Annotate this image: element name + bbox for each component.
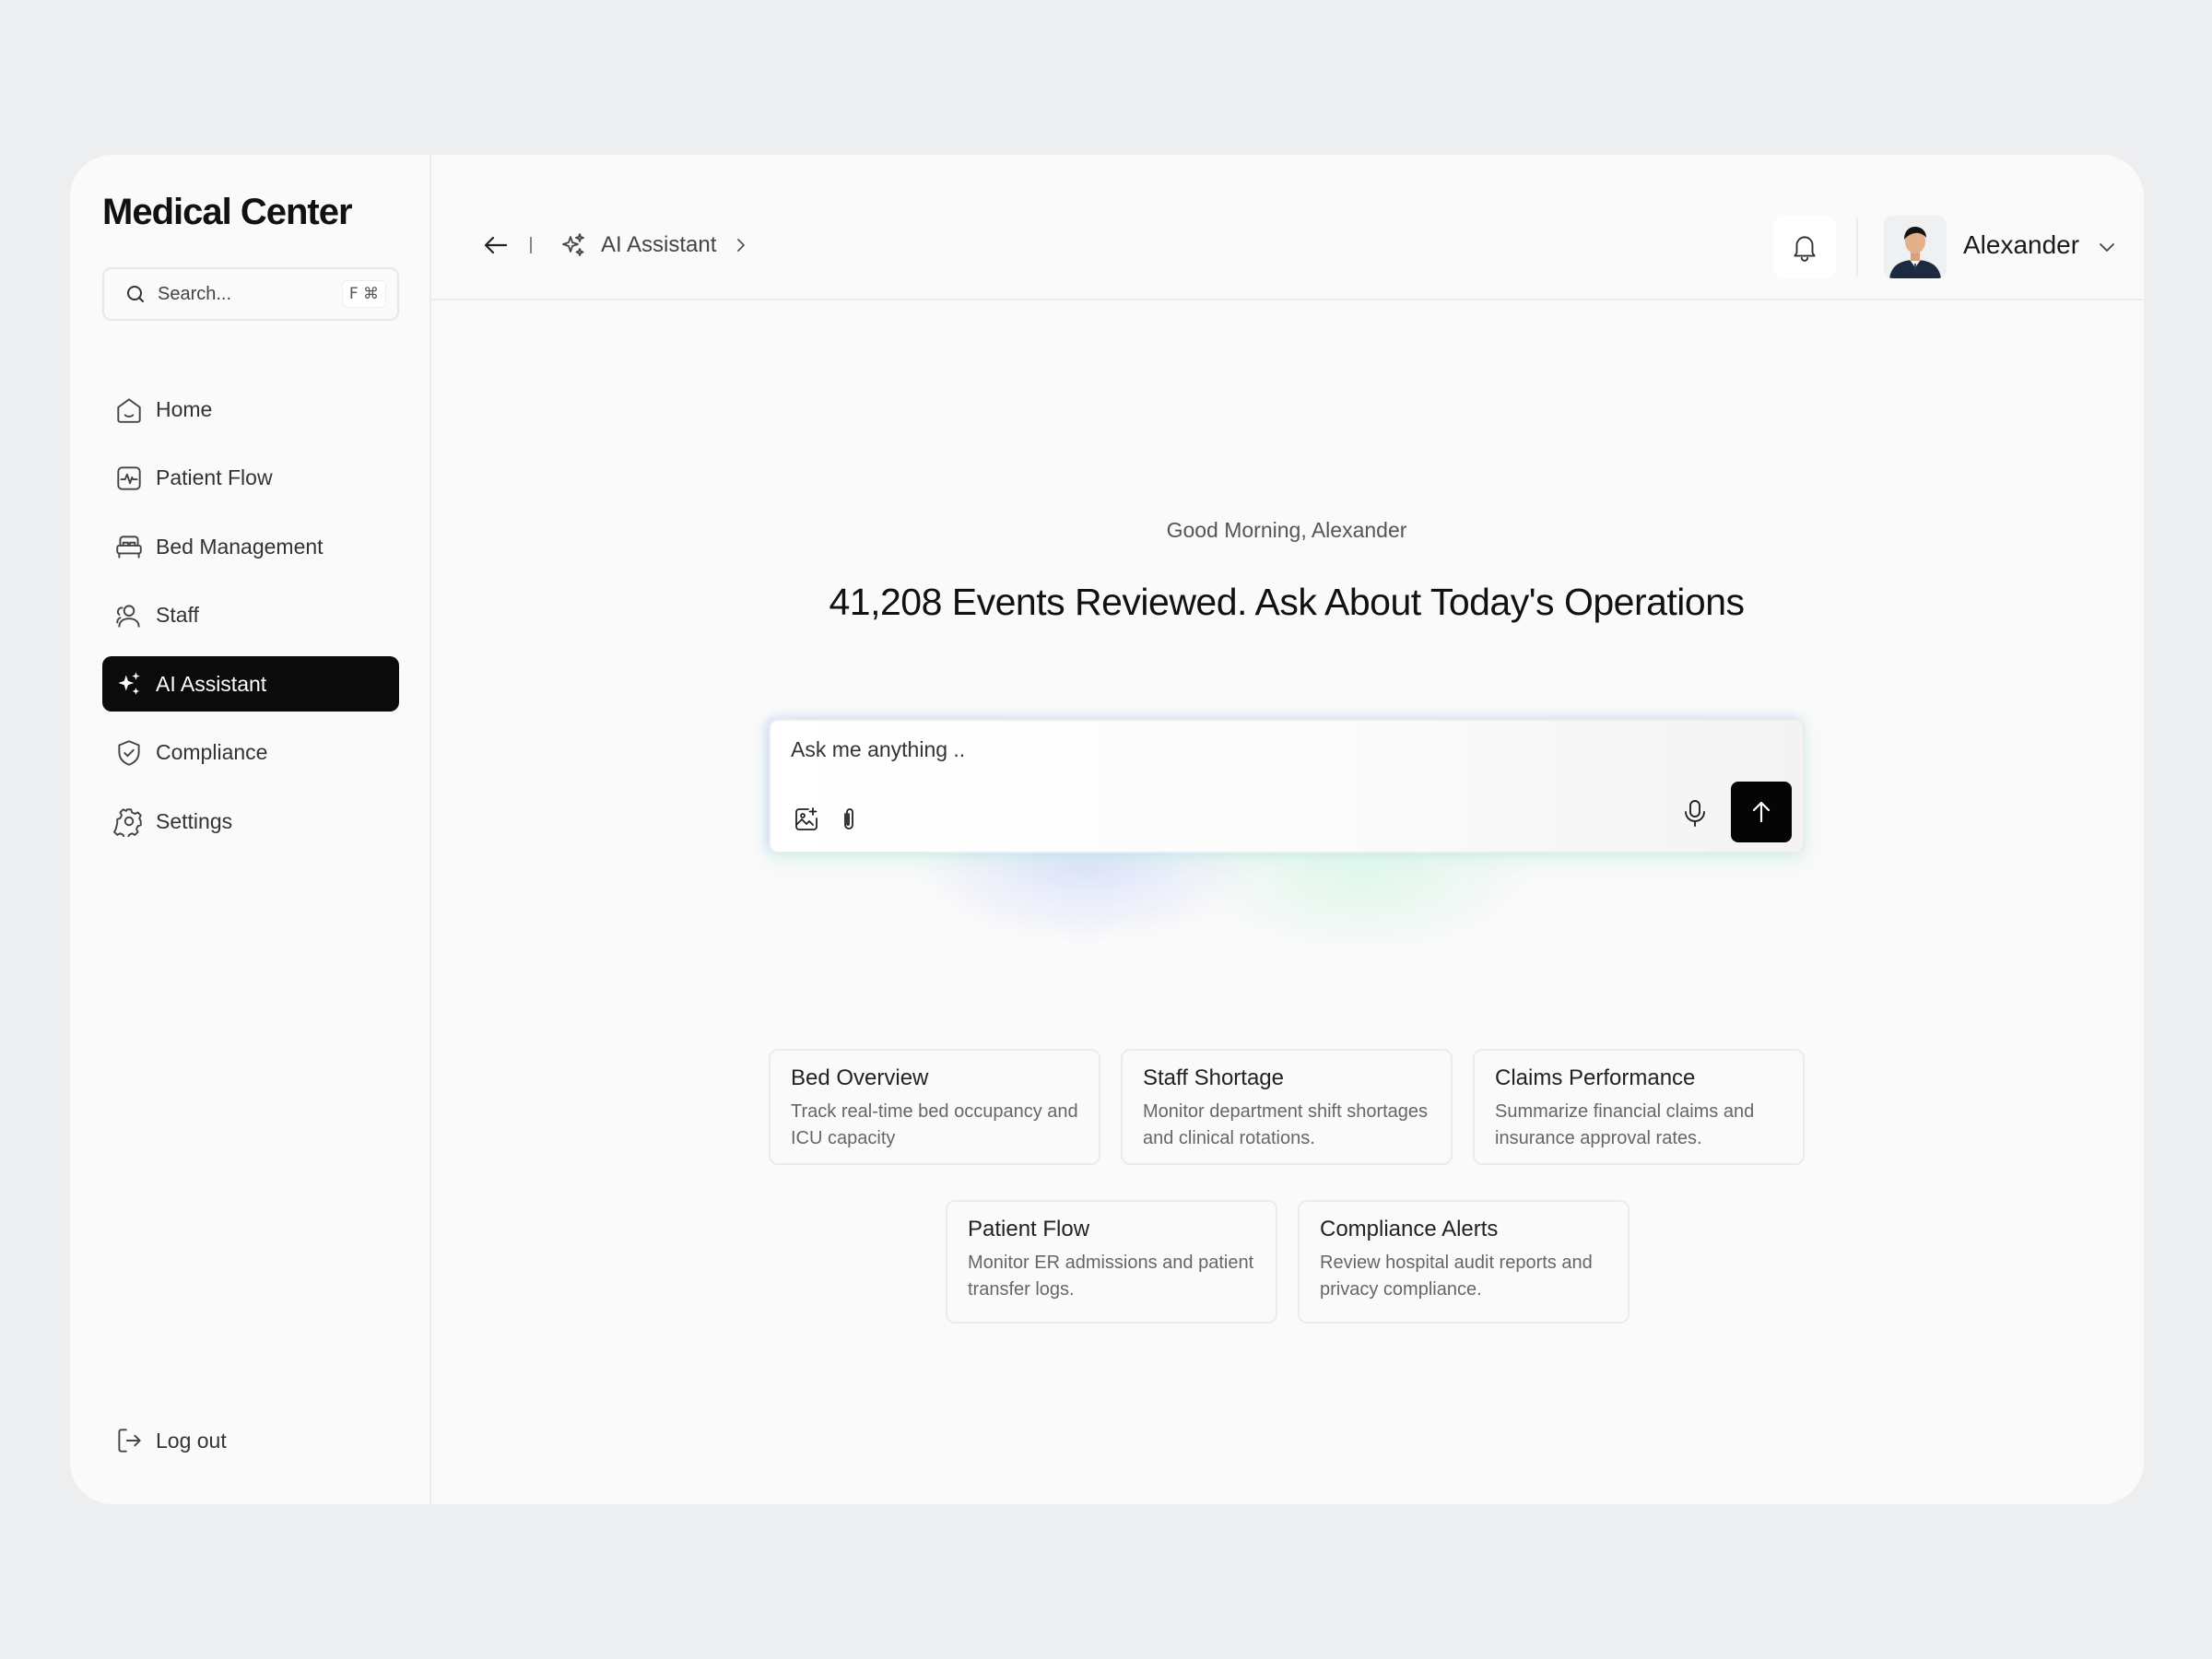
card-description: Monitor ER admissions and patient transf… <box>968 1253 1254 1300</box>
sidebar: Medical Center F ⌘ Home Patient Flow Bed… <box>70 155 431 1504</box>
search-input[interactable] <box>158 283 342 305</box>
microphone-icon[interactable] <box>1679 797 1711 829</box>
activity-icon <box>117 465 141 490</box>
sidebar-item-home[interactable]: Home <box>102 382 399 437</box>
card-description: Monitor department shift shortages and c… <box>1143 1101 1429 1148</box>
sidebar-nav: Home Patient Flow Bed Management Staff A… <box>102 382 399 863</box>
sparkles-icon <box>118 672 140 695</box>
suggestion-card-claims-performance[interactable]: Claims Performance Summarize financial c… <box>1473 1049 1805 1165</box>
users-icon <box>116 604 140 628</box>
sidebar-item-label: Settings <box>156 808 233 833</box>
app-window: Medical Center F ⌘ Home Patient Flow Bed… <box>70 155 2144 1504</box>
bell-icon <box>1794 236 1816 262</box>
sparkles-icon <box>562 233 584 256</box>
sidebar-item-label: Staff <box>156 603 199 627</box>
card-title: Patient Flow <box>968 1217 1090 1241</box>
avatar-portrait <box>1884 216 1947 278</box>
top-bar: AI Assistant Alexander <box>431 155 2144 300</box>
sidebar-item-staff[interactable]: Staff <box>102 588 399 643</box>
breadcrumb-separator <box>530 237 532 253</box>
shield-check-icon <box>118 739 140 766</box>
card-description: Review hospital audit reports and privac… <box>1320 1253 1593 1300</box>
prompt-input[interactable] <box>791 737 1768 774</box>
user-name[interactable]: Alexander <box>1963 230 2079 260</box>
chevron-down-icon[interactable] <box>2096 236 2118 258</box>
sidebar-item-label: Home <box>156 396 213 421</box>
logout-icon <box>118 1429 141 1453</box>
main-content: AI Assistant Alexander Good Morning, Ale… <box>431 155 2144 1504</box>
paperclip-icon[interactable] <box>835 806 863 833</box>
search-shortcut-badge: F ⌘ <box>341 280 386 308</box>
card-title: Compliance Alerts <box>1320 1217 1499 1241</box>
sidebar-item-label: AI Assistant <box>156 671 267 696</box>
prompt-box <box>769 719 1805 853</box>
sidebar-item-label: Compliance <box>156 740 268 764</box>
card-title: Staff Shortage <box>1143 1065 1284 1090</box>
suggestion-card-bed-overview[interactable]: Bed Overview Track real-time bed occupan… <box>769 1049 1100 1165</box>
send-button[interactable] <box>1731 782 1792 842</box>
suggestion-card-patient-flow[interactable]: Patient Flow Monitor ER admissions and p… <box>946 1200 1277 1324</box>
logout-label: Log out <box>156 1428 227 1453</box>
chevron-right-icon <box>737 239 745 252</box>
bed-icon <box>116 535 142 559</box>
add-image-icon[interactable] <box>793 806 820 833</box>
topbar-divider <box>1856 218 1858 276</box>
breadcrumb-current[interactable]: AI Assistant <box>601 232 716 258</box>
card-description: Summarize financial claims and insurance… <box>1495 1101 1755 1148</box>
card-title: Claims Performance <box>1495 1065 1696 1090</box>
sidebar-item-ai-assistant[interactable]: AI Assistant <box>102 656 399 712</box>
back-arrow-icon[interactable] <box>481 230 511 260</box>
greeting-text: Good Morning, Alexander <box>1166 518 1407 542</box>
gear-icon <box>113 808 142 837</box>
search-icon <box>127 286 144 302</box>
notifications-button[interactable] <box>1773 216 1836 278</box>
avatar[interactable] <box>1884 216 1947 278</box>
sidebar-item-compliance[interactable]: Compliance <box>102 725 399 781</box>
sidebar-item-bed-management[interactable]: Bed Management <box>102 519 399 574</box>
brand-title: Medical Center <box>102 192 353 232</box>
suggestion-card-staff-shortage[interactable]: Staff Shortage Monitor department shift … <box>1121 1049 1453 1165</box>
search-box[interactable]: F ⌘ <box>102 267 399 321</box>
card-description: Track real-time bed occupancy and ICU ca… <box>791 1101 1078 1148</box>
home-icon <box>117 398 141 423</box>
arrow-up-icon <box>1752 801 1771 823</box>
suggestion-card-compliance-alerts[interactable]: Compliance Alerts Review hospital audit … <box>1298 1200 1630 1324</box>
page-title: 41,208 Events Reviewed. Ask About Today'… <box>829 581 1745 623</box>
sidebar-item-settings[interactable]: Settings <box>102 794 399 849</box>
logout-button[interactable]: Log out <box>113 1425 227 1456</box>
sidebar-item-label: Patient Flow <box>156 465 273 489</box>
card-title: Bed Overview <box>791 1065 929 1090</box>
sidebar-item-patient-flow[interactable]: Patient Flow <box>102 451 399 506</box>
sidebar-item-label: Bed Management <box>156 534 324 559</box>
